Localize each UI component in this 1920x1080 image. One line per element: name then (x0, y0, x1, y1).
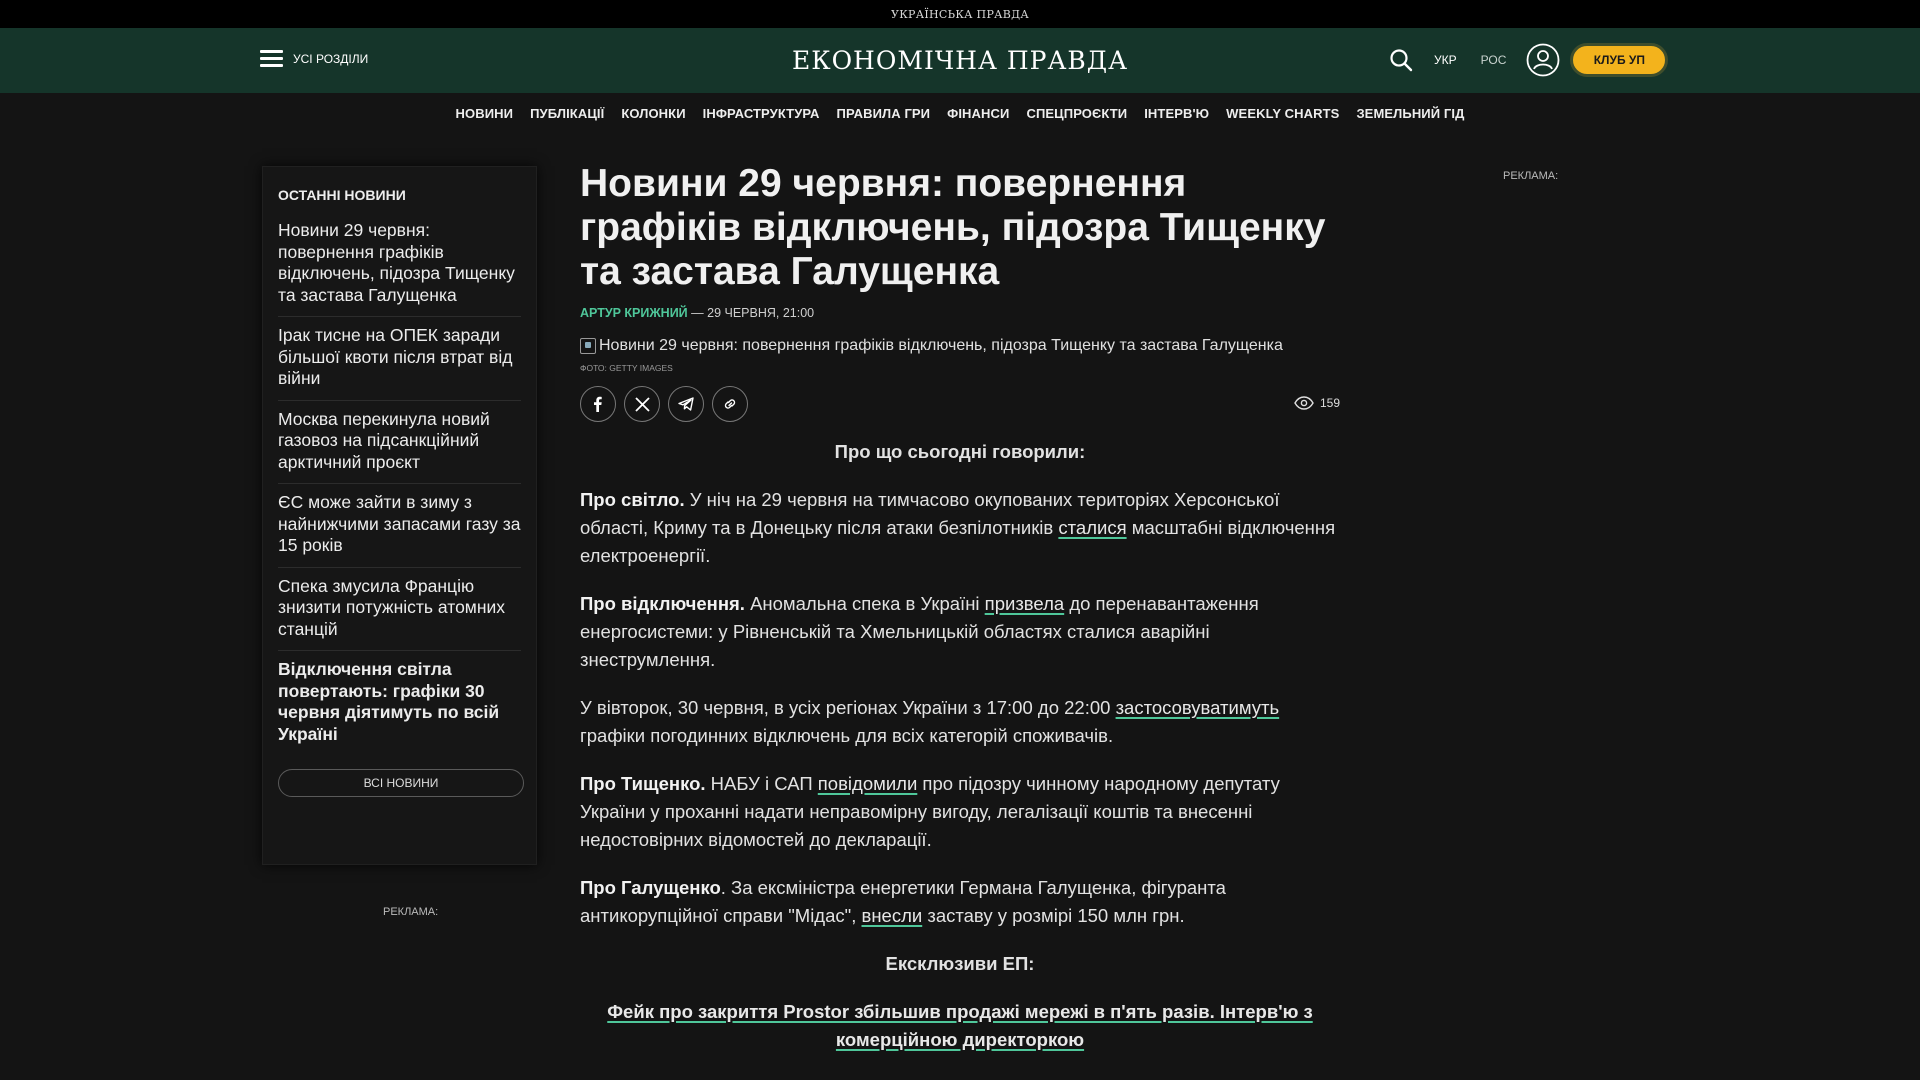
article: Новини 29 червня: повернення графіків ві… (580, 162, 1340, 1074)
paragraph-electricity: Про світло. У ніч на 29 червня на тимчас… (580, 486, 1340, 570)
topstrip-label[interactable]: УКРАЇНСЬКА ПРАВДА (891, 8, 1029, 21)
nav-item-infrastructure[interactable]: ІНФРАСТРУКТУРА (703, 106, 820, 121)
lead-outages: Про відключення. (580, 593, 745, 614)
news-list-item[interactable]: Ірак тисне на ОПЕК заради більшої квоти … (278, 317, 521, 401)
news-list-item[interactable]: ЄС може зайти в зиму з найнижчими запаса… (278, 484, 521, 568)
nav-item-news[interactable]: НОВИНИ (456, 106, 514, 121)
nav-item-rules[interactable]: ПРАВИЛА ГРИ (837, 106, 931, 121)
exclusive-article-link[interactable]: Фейк про закриття Prostor збільшив прода… (607, 1001, 1312, 1050)
link-will-apply[interactable]: застосовуватимуть (1116, 697, 1280, 718)
sidebar-ad-label: РЕКЛАМА: (383, 906, 439, 918)
site-topstrip: УКРАЇНСЬКА ПРАВДА (0, 0, 1920, 28)
club-up-button[interactable]: КЛУБ УП (1570, 43, 1669, 77)
nav-item-finance[interactable]: ФІНАНСИ (947, 106, 1009, 121)
right-ad-label: РЕКЛАМА: (1503, 170, 1559, 182)
lead-electricity: Про світло. (580, 489, 685, 510)
link-icon (724, 399, 736, 409)
news-list-item[interactable]: Спека змусила Францію знизити потужність… (278, 568, 521, 651)
header-actions: УКР РОС КЛУБ УП (1388, 41, 1669, 79)
publish-date: — 29 ЧЕРВНЯ, 21:00 (687, 306, 815, 320)
hamburger-icon (260, 50, 283, 67)
nav-item-weekly-charts[interactable]: WEEKLY CHARTS (1226, 106, 1339, 121)
share-bar: 159 (580, 386, 1340, 422)
header: УСІ РОЗДІЛИ ЕКОНОМІЧНА ПРАВДА УКР РОС КЛ… (0, 28, 1920, 93)
paragraph-schedules: У вівторок, 30 червня, в усіх регіонах У… (580, 694, 1340, 750)
article-body: Про що сьогодні говорили: Про світло. У … (580, 438, 1340, 1054)
author-link[interactable]: АРТУР КРИЖНИЙ (580, 306, 688, 320)
text: НАБУ і САП (705, 773, 818, 794)
facebook-share-button[interactable] (580, 386, 616, 422)
text: заставу у розмірі 150 млн грн. (922, 905, 1185, 926)
exclusives-heading: Ексклюзиви ЕП: (885, 953, 1035, 974)
all-sections-button[interactable]: УСІ РОЗДІЛИ (260, 50, 368, 67)
search-icon[interactable] (1388, 47, 1414, 73)
nav-item-publications[interactable]: ПУБЛІКАЦІЇ (530, 106, 604, 121)
copy-link-button[interactable] (712, 386, 748, 422)
lang-ukr-link[interactable]: УКР (1434, 53, 1457, 67)
sidebar-title: ОСТАННІ НОВИНИ (278, 187, 406, 203)
x-share-button[interactable] (624, 386, 660, 422)
paragraph-halushchenko: Про Галущенко. За ексміністра енергетики… (580, 874, 1340, 930)
link-occurred[interactable]: сталися (1058, 517, 1126, 538)
broken-image-icon (580, 338, 596, 354)
news-list-item[interactable]: Новини 29 червня: повернення графіків ві… (278, 212, 521, 317)
text: графіки погодинних відключень для всіх к… (580, 725, 1114, 746)
link-reported[interactable]: повідомили (818, 773, 918, 794)
x-icon (634, 396, 650, 412)
facebook-icon (594, 396, 602, 412)
latest-news-sidebar: ОСТАННІ НОВИНИ Новини 29 червня: поверне… (262, 166, 537, 865)
lead-tyshchenko: Про Тищенко. (580, 773, 706, 794)
views-count: 159 (1319, 396, 1340, 410)
text: Аномальна спека в Україні (744, 593, 985, 614)
news-list-item-highlighted[interactable]: Відключення світла повертають: графіки 3… (278, 651, 521, 755)
photo-credit: ФОТО: GETTY IMAGES (580, 363, 673, 373)
lead-halushchenko: Про Галущенко (580, 877, 721, 898)
article-meta: АРТУР КРИЖНИЙ — 29 ЧЕРВНЯ, 21:00 (580, 306, 1340, 320)
all-news-button[interactable]: ВСІ НОВИНИ (278, 769, 524, 797)
user-icon[interactable] (1526, 43, 1560, 77)
main-nav: НОВИНИ ПУБЛІКАЦІЇ КОЛОНКИ ІНФРАСТРУКТУРА… (0, 93, 1920, 133)
telegram-icon (678, 397, 694, 411)
views-counter: 159 (1294, 396, 1340, 410)
nav-item-land-guide[interactable]: ЗЕМЕЛЬНИЙ ГІД (1356, 106, 1464, 121)
image-alt-text: Новини 29 червня: повернення графіків ві… (599, 337, 1283, 354)
text: У вівторок, 30 червня, в усіх регіонах У… (580, 697, 1116, 718)
article-title: Новини 29 червня: повернення графіків ві… (580, 162, 1326, 293)
paragraph-tyshchenko: Про Тищенко. НАБУ і САП повідомили про п… (580, 770, 1340, 854)
nav-item-special-projects[interactable]: СПЕЦПРОЄКТИ (1026, 106, 1127, 121)
paragraph-outages: Про відключення. Аномальна спека в Украї… (580, 590, 1340, 674)
article-intro: Про що сьогодні говорили: (834, 441, 1086, 462)
site-logo[interactable]: ЕКОНОМІЧНА ПРАВДА (792, 46, 1128, 75)
lang-rus-link[interactable]: РОС (1481, 53, 1507, 67)
nav-item-interview[interactable]: ІНТЕРВ'Ю (1144, 106, 1209, 121)
all-sections-label: УСІ РОЗДІЛИ (293, 51, 369, 66)
telegram-share-button[interactable] (668, 386, 704, 422)
link-led-to[interactable]: призвела (985, 593, 1065, 614)
eye-icon (1294, 396, 1314, 410)
exclusive-item: Фейк про закриття Prostor збільшив прода… (580, 998, 1340, 1054)
link-posted[interactable]: внесли (862, 905, 923, 926)
article-image: Новини 29 червня: повернення графіків ві… (580, 337, 1340, 355)
news-list-item[interactable]: Москва перекинула новий газовоз на підса… (278, 401, 521, 484)
nav-item-columns[interactable]: КОЛОНКИ (621, 106, 685, 121)
